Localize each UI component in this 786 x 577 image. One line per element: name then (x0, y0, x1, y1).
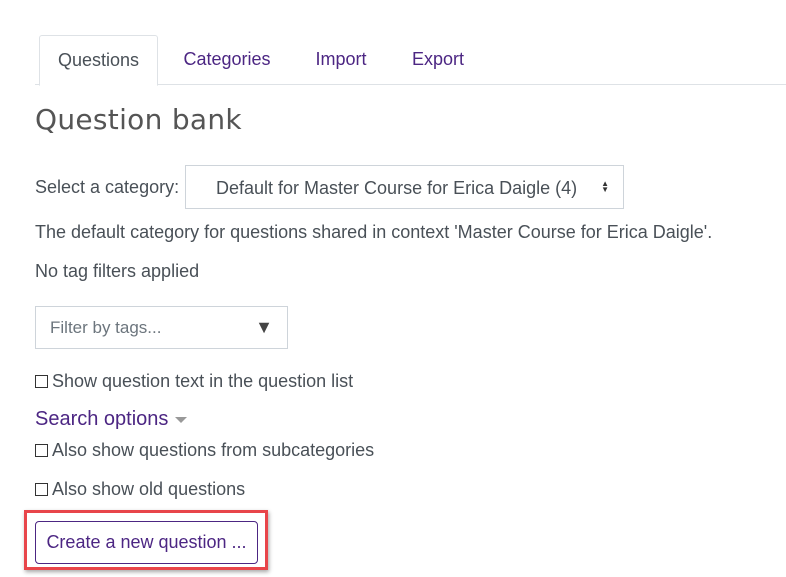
tab-import[interactable]: Import (305, 35, 377, 83)
old-questions-checkbox-row[interactable]: Also show old questions (35, 479, 245, 500)
tab-categories[interactable]: Categories (175, 35, 279, 83)
tab-questions[interactable]: Questions (39, 35, 158, 86)
subcategories-checkbox-row[interactable]: Also show questions from subcategories (35, 440, 374, 461)
show-question-text-checkbox-row[interactable]: Show question text in the question list (35, 371, 353, 392)
caret-down-icon (175, 416, 188, 423)
dropdown-triangle-icon[interactable]: ▼ (255, 307, 273, 348)
category-select[interactable]: Default for Master Course for Erica Daig… (185, 165, 624, 209)
tag-filter-input[interactable]: Filter by tags... ▼ (35, 306, 288, 349)
category-select-value: Default for Master Course for Erica Daig… (216, 178, 578, 198)
tag-filter-placeholder: Filter by tags... (50, 318, 162, 337)
create-new-question-button[interactable]: Create a new question ... (35, 521, 258, 564)
category-description: The default category for questions share… (35, 222, 713, 242)
subcategories-checkbox[interactable] (35, 444, 48, 457)
subcategories-label: Also show questions from subcategories (52, 440, 375, 460)
show-question-text-checkbox[interactable] (35, 375, 48, 388)
show-question-text-label: Show question text in the question list (52, 371, 354, 391)
search-options-toggle[interactable]: Search options (35, 408, 188, 431)
up-down-arrows-icon: ▲ ▼ (601, 179, 609, 195)
old-questions-checkbox[interactable] (35, 483, 48, 496)
old-questions-label: Also show old questions (52, 479, 246, 499)
search-options-label: Search options (35, 408, 169, 430)
tag-filter-status: No tag filters applied (35, 261, 200, 281)
select-category-label: Select a category: (35, 177, 180, 197)
page-title: Question bank (35, 103, 242, 136)
tab-export[interactable]: Export (403, 35, 473, 83)
tab-bar: Questions Categories Import Export (35, 35, 786, 86)
